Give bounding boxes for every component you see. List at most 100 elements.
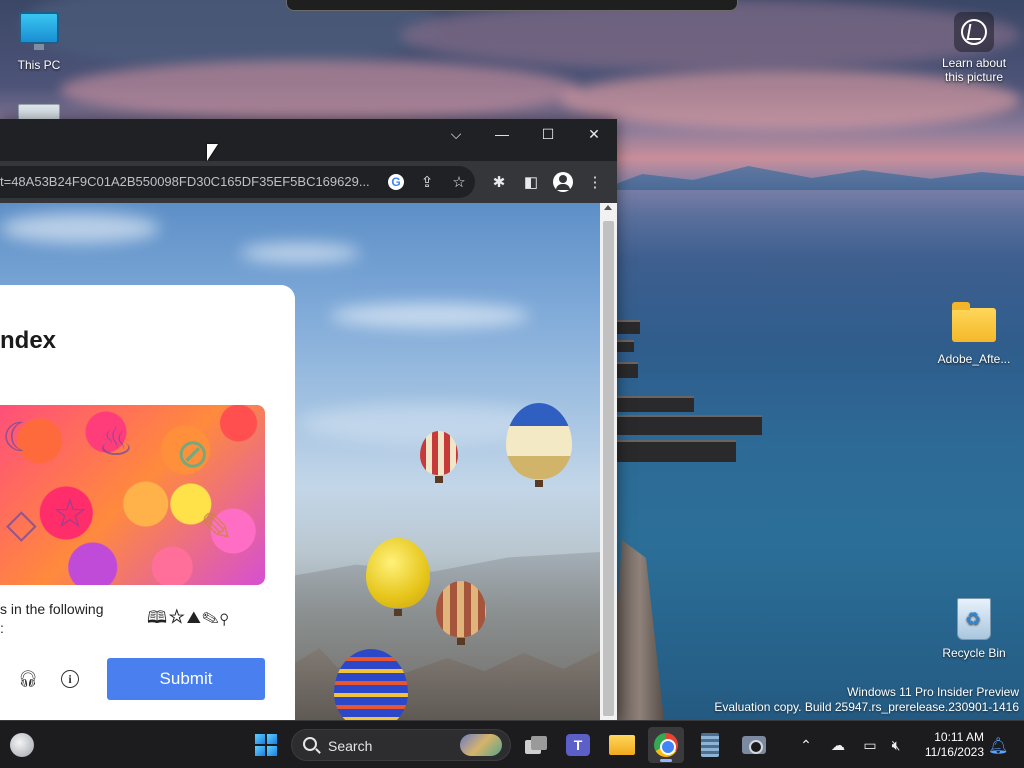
- hot-air-balloon: [506, 403, 572, 487]
- chrome-button[interactable]: [648, 727, 684, 763]
- card-title: ndex: [0, 327, 57, 354]
- share-icon[interactable]: ⇪: [417, 172, 437, 192]
- scroll-thumb[interactable]: [603, 221, 614, 716]
- hot-air-balloon: [366, 538, 430, 616]
- desktop-icon-this-pc[interactable]: This PC: [0, 12, 81, 72]
- desktop-icon-recycle-bin[interactable]: Recycle Bin: [932, 598, 1016, 660]
- pencil-outline-icon: ✎: [200, 506, 234, 550]
- wallpaper-mountains: [600, 166, 1024, 190]
- tab-search-button[interactable]: ⌵: [433, 119, 479, 149]
- search-label: Search: [328, 738, 373, 754]
- desktop-icon-label: Adobe_Afte...: [937, 352, 1011, 366]
- url-text[interactable]: t=48A53B24F9C01A2B550098FD30C165DF35EF5B…: [0, 174, 378, 189]
- headphones-icon: 🎧︎: [17, 671, 39, 688]
- side-panel-icon[interactable]: ◧: [520, 171, 542, 193]
- chevron-down-icon: ⌵: [450, 125, 462, 142]
- show-hidden-icons-chevron-up-icon[interactable]: ⌃: [796, 735, 816, 755]
- desktop-icon-label: Recycle Bin: [942, 646, 1006, 660]
- windows-logo-icon: [255, 734, 277, 756]
- system-clock[interactable]: 10:11 AM 11/16/2023: [914, 730, 984, 760]
- audio-challenge-button[interactable]: 🎧︎: [17, 668, 39, 690]
- page-viewport: ndex ☾ ♨ ⊘ ☆ ◇ ✎ s in the following : 🕮☆…: [0, 203, 600, 720]
- file-explorer-button[interactable]: [604, 727, 640, 763]
- notification-bell-icon[interactable]: 🔔︎: [988, 736, 1008, 756]
- onedrive-offline-icon[interactable]: ☁: [828, 735, 848, 755]
- calculator-icon: [701, 733, 719, 757]
- top-edge-bar: [286, 0, 738, 11]
- windows-watermark: Windows 11 Pro Insider Preview Evaluatio…: [714, 685, 1019, 715]
- folder-icon: [609, 735, 635, 755]
- watermark-line-1: Windows 11 Pro Insider Preview: [847, 685, 1019, 699]
- wallpaper-pier: [612, 415, 762, 435]
- maximize-icon: ☐: [541, 125, 555, 142]
- task-view-icon: [525, 736, 547, 754]
- vertical-scrollbar[interactable]: [600, 203, 617, 720]
- weather-widget-icon[interactable]: [10, 733, 34, 757]
- recycle-bin-icon: [957, 598, 991, 640]
- info-icon: i: [61, 670, 79, 688]
- close-icon: ✕: [588, 125, 600, 142]
- start-button[interactable]: [248, 727, 284, 763]
- hot-air-balloon: [436, 581, 486, 645]
- target-icon-sequence: 🕮☆⛰✎⚲: [147, 608, 230, 627]
- volume-muted-icon[interactable]: 🔇︎: [886, 735, 906, 755]
- bookmark-star-icon[interactable]: ☆: [449, 172, 469, 192]
- search-icon: [303, 737, 317, 751]
- teams-icon: T: [566, 734, 590, 756]
- taskbar: Search T ⌃ ☁ ▭ 🔇︎ 10:11 AM 11/16/2023 🔔︎: [0, 720, 1024, 768]
- challenge-card: ndex ☾ ♨ ⊘ ☆ ◇ ✎ s in the following : 🕮☆…: [0, 285, 295, 720]
- desktop-icon-label: This PC: [17, 58, 61, 72]
- flame-outline-icon: ♨: [98, 420, 134, 464]
- desktop-icon-adobe-folder[interactable]: Adobe_Afte...: [932, 302, 1016, 366]
- taskbar-search[interactable]: Search: [291, 729, 511, 761]
- instruction-text: s in the following :: [0, 600, 140, 638]
- camera-button[interactable]: [736, 727, 772, 763]
- diamond-outline-icon: ◇: [6, 502, 37, 546]
- sky-cloud: [330, 303, 530, 328]
- clock-time: 10:11 AM: [934, 730, 984, 744]
- wallpaper-pier: [612, 396, 694, 412]
- wallpaper-pier: [612, 440, 736, 462]
- minimize-icon: —: [495, 126, 509, 142]
- desktop-icon-label: Learn about this picture: [941, 56, 1007, 84]
- desktop-icon-learn-about-picture[interactable]: Learn about this picture: [932, 12, 1016, 84]
- wallpaper-rock: [610, 540, 664, 720]
- profile-button[interactable]: [552, 171, 574, 193]
- hot-air-balloon: [420, 431, 458, 483]
- profile-icon: [553, 172, 573, 192]
- camera-icon: [742, 736, 766, 754]
- star-outline-icon: ☆: [52, 492, 88, 536]
- submit-button[interactable]: Submit: [107, 658, 265, 700]
- network-icon[interactable]: ▭: [860, 735, 880, 755]
- maximize-button[interactable]: ☐: [525, 119, 571, 149]
- sky-cloud: [0, 213, 160, 243]
- calculator-button[interactable]: [692, 727, 728, 763]
- clock-date: 11/16/2023: [924, 745, 984, 759]
- scroll-up-arrow-icon[interactable]: [604, 205, 612, 210]
- sky-cloud: [240, 243, 360, 263]
- search-highlight-image: [460, 734, 502, 756]
- monitor-icon: [19, 12, 59, 50]
- paperclip-outline-icon: ⊘: [176, 432, 210, 476]
- watermark-line-2: Evaluation copy. Build 25947.rs_prerelea…: [714, 700, 1019, 714]
- info-button[interactable]: i: [59, 668, 81, 690]
- mouse-cursor-icon: [207, 144, 218, 161]
- task-view-button[interactable]: [518, 727, 554, 763]
- crescent-outline-icon: ☾: [2, 416, 38, 460]
- browser-window: ⌵ — ☐ ✕ t=48A53B24F9C01A2B550098FD30C165…: [0, 119, 617, 720]
- browser-titlebar[interactable]: ⌵ — ☐ ✕: [0, 119, 617, 161]
- learn-picture-icon: [954, 12, 994, 52]
- wallpaper-cloud: [60, 60, 580, 120]
- close-button[interactable]: ✕: [571, 119, 617, 149]
- instruction-line: s in the following: [0, 601, 104, 617]
- folder-icon: [952, 302, 996, 342]
- minimize-button[interactable]: —: [479, 119, 525, 149]
- browser-toolbar: t=48A53B24F9C01A2B550098FD30C165DF35EF5B…: [0, 161, 617, 203]
- chrome-icon: [654, 733, 678, 757]
- extensions-icon[interactable]: ✱: [488, 171, 510, 193]
- menu-icon[interactable]: ⋮: [584, 171, 606, 193]
- teams-button[interactable]: T: [560, 727, 596, 763]
- instruction-line: :: [0, 620, 4, 636]
- google-lens-icon[interactable]: G: [386, 172, 406, 192]
- address-bar[interactable]: t=48A53B24F9C01A2B550098FD30C165DF35EF5B…: [0, 166, 475, 198]
